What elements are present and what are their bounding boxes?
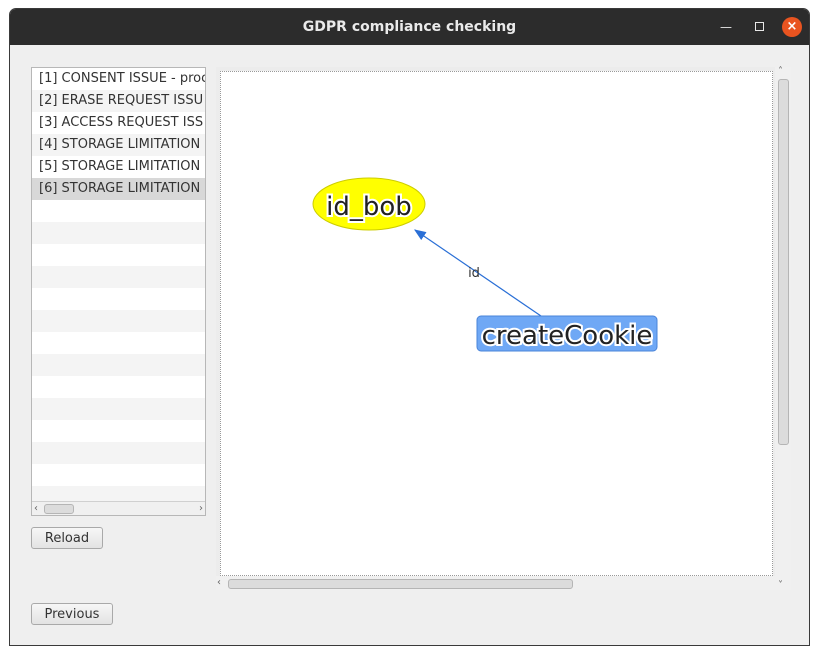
issue-list-empty-row xyxy=(32,310,205,332)
issue-list-empty-row xyxy=(32,420,205,442)
edge-label: id xyxy=(468,266,480,281)
graph-horizontal-scrollbar[interactable]: ‹ xyxy=(216,576,775,590)
issue-list-item[interactable]: [2] ERASE REQUEST ISSU xyxy=(32,90,205,112)
issue-list-item[interactable]: [3] ACCESS REQUEST ISS xyxy=(32,112,205,134)
reload-button[interactable]: Reload xyxy=(31,527,103,549)
issue-list-empty-row xyxy=(32,376,205,398)
scroll-right-icon[interactable]: › xyxy=(199,502,203,515)
minimize-icon[interactable]: — xyxy=(717,18,735,36)
node-id-bob-label: id_bob xyxy=(326,192,412,222)
graph-vscroll-thumb[interactable] xyxy=(778,79,789,445)
issue-list-scroll-thumb[interactable] xyxy=(44,504,74,514)
issue-list-empty-row xyxy=(32,398,205,420)
issue-list-empty-row xyxy=(32,222,205,244)
graph-canvas[interactable]: id id_bob createCookie xyxy=(220,71,773,576)
previous-button[interactable]: Previous xyxy=(31,603,113,625)
scroll-down-icon[interactable]: ˅ xyxy=(778,580,783,591)
maximize-icon[interactable] xyxy=(750,18,768,36)
graph-hscroll-thumb[interactable] xyxy=(228,579,573,589)
issue-list-empty-row xyxy=(32,354,205,376)
issue-list-empty-row xyxy=(32,464,205,486)
scroll-up-icon[interactable]: ˄ xyxy=(778,66,783,77)
graph-vertical-scrollbar[interactable]: ˄ ˅ xyxy=(775,66,791,591)
issue-list[interactable]: [1] CONSENT ISSUE - proc [2] ERASE REQUES… xyxy=(31,67,206,516)
close-icon[interactable]: × xyxy=(782,17,802,37)
scroll-left-icon[interactable]: ‹ xyxy=(34,502,38,515)
window-title: GDPR compliance checking xyxy=(302,19,517,35)
graph-svg: id id_bob createCookie xyxy=(312,177,658,353)
app-window: GDPR compliance checking — × [1] CONSENT… xyxy=(9,8,810,646)
node-createcookie-label: createCookie xyxy=(482,321,653,351)
graph-panel: id id_bob createCookie ˄ ˅ ‹ xyxy=(216,66,791,591)
issue-list-item[interactable]: [6] STORAGE LIMITATION xyxy=(32,178,205,200)
issue-list-empty-row xyxy=(32,332,205,354)
issue-list-horizontal-scrollbar[interactable]: ‹ › xyxy=(32,501,205,515)
scroll-left-icon[interactable]: ‹ xyxy=(217,577,221,588)
issue-list-item[interactable]: [4] STORAGE LIMITATION xyxy=(32,134,205,156)
issue-list-empty-row xyxy=(32,244,205,266)
issue-list-empty-row xyxy=(32,200,205,222)
issue-list-rows: [1] CONSENT ISSUE - proc [2] ERASE REQUES… xyxy=(32,68,205,508)
issue-list-empty-row xyxy=(32,442,205,464)
issue-list-empty-row xyxy=(32,266,205,288)
issue-list-empty-row xyxy=(32,288,205,310)
issue-list-item[interactable]: [1] CONSENT ISSUE - proc xyxy=(32,68,205,90)
title-bar[interactable]: GDPR compliance checking — × xyxy=(10,9,809,45)
node-createcookie[interactable]: createCookie xyxy=(476,315,658,353)
issue-list-item[interactable]: [5] STORAGE LIMITATION xyxy=(32,156,205,178)
node-id-bob[interactable]: id_bob xyxy=(312,177,426,231)
